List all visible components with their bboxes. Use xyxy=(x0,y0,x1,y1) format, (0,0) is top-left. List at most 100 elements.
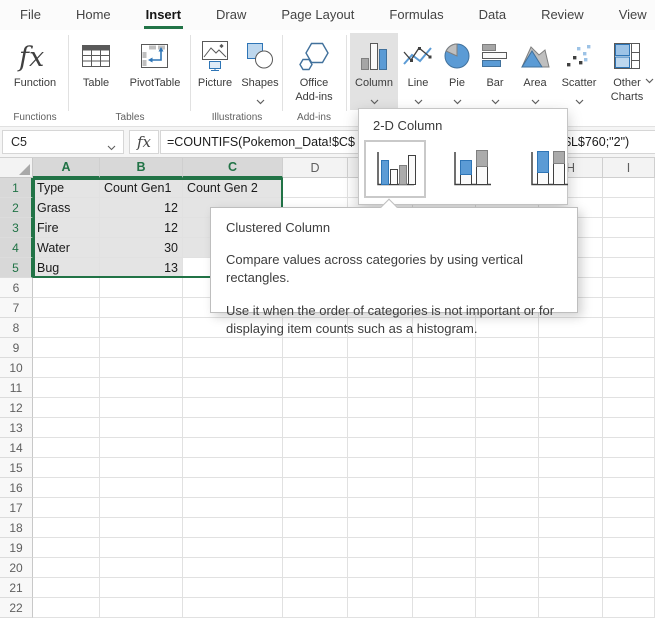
tab-formulas[interactable]: Formulas xyxy=(387,1,445,30)
cell-f21[interactable] xyxy=(413,578,476,598)
cell-g16[interactable] xyxy=(476,478,539,498)
row-header-9[interactable]: 9 xyxy=(0,338,33,358)
cell-b19[interactable] xyxy=(100,538,183,558)
cell-c10[interactable] xyxy=(183,358,283,378)
column-header-d[interactable]: D xyxy=(283,158,348,178)
tab-draw[interactable]: Draw xyxy=(214,1,248,30)
cell-b10[interactable] xyxy=(100,358,183,378)
cell-i17[interactable] xyxy=(603,498,655,518)
function-button[interactable]: fx Function xyxy=(5,33,65,89)
column-header-i[interactable]: I xyxy=(603,158,655,178)
cell-a7[interactable] xyxy=(33,298,100,318)
cell-b14[interactable] xyxy=(100,438,183,458)
cell-f20[interactable] xyxy=(413,558,476,578)
tab-insert[interactable]: Insert xyxy=(144,1,183,30)
cell-b6[interactable] xyxy=(100,278,183,298)
picture-button[interactable]: Picture xyxy=(193,33,237,89)
cell-d10[interactable] xyxy=(283,358,348,378)
cell-b3[interactable]: 12 xyxy=(100,218,183,238)
cell-a6[interactable] xyxy=(33,278,100,298)
cell-g11[interactable] xyxy=(476,378,539,398)
column-chart-button[interactable]: Column xyxy=(350,33,398,110)
cell-i14[interactable] xyxy=(603,438,655,458)
cell-e19[interactable] xyxy=(348,538,413,558)
cell-f14[interactable] xyxy=(413,438,476,458)
cell-e10[interactable] xyxy=(348,358,413,378)
cell-f18[interactable] xyxy=(413,518,476,538)
row-header-19[interactable]: 19 xyxy=(0,538,33,558)
cell-e15[interactable] xyxy=(348,458,413,478)
cell-c17[interactable] xyxy=(183,498,283,518)
line-chart-button[interactable]: Line xyxy=(398,33,438,110)
cell-d19[interactable] xyxy=(283,538,348,558)
cell-f22[interactable] xyxy=(413,598,476,618)
cell-b11[interactable] xyxy=(100,378,183,398)
cell-b12[interactable] xyxy=(100,398,183,418)
cell-e18[interactable] xyxy=(348,518,413,538)
select-all-button[interactable] xyxy=(0,158,33,178)
cell-b15[interactable] xyxy=(100,458,183,478)
cell-d1[interactable] xyxy=(283,178,348,198)
cell-d20[interactable] xyxy=(283,558,348,578)
cell-a4[interactable]: Water xyxy=(33,238,100,258)
cell-c15[interactable] xyxy=(183,458,283,478)
cell-a5[interactable]: Bug xyxy=(33,258,100,278)
cell-h21[interactable] xyxy=(539,578,603,598)
row-header-4[interactable]: 4 xyxy=(0,238,33,258)
cell-b16[interactable] xyxy=(100,478,183,498)
cell-a11[interactable] xyxy=(33,378,100,398)
cell-g12[interactable] xyxy=(476,398,539,418)
row-header-22[interactable]: 22 xyxy=(0,598,33,618)
cell-d11[interactable] xyxy=(283,378,348,398)
cell-h13[interactable] xyxy=(539,418,603,438)
tab-page-layout[interactable]: Page Layout xyxy=(279,1,356,30)
column-header-b[interactable]: B xyxy=(100,158,183,178)
cell-h14[interactable] xyxy=(539,438,603,458)
cell-a12[interactable] xyxy=(33,398,100,418)
cell-b9[interactable] xyxy=(100,338,183,358)
cell-h22[interactable] xyxy=(539,598,603,618)
cell-c12[interactable] xyxy=(183,398,283,418)
cell-d14[interactable] xyxy=(283,438,348,458)
cell-f13[interactable] xyxy=(413,418,476,438)
cell-i2[interactable] xyxy=(603,198,655,218)
cell-e17[interactable] xyxy=(348,498,413,518)
cell-i22[interactable] xyxy=(603,598,655,618)
name-box[interactable]: C5 xyxy=(2,130,124,154)
cell-e22[interactable] xyxy=(348,598,413,618)
cell-f10[interactable] xyxy=(413,358,476,378)
cell-f17[interactable] xyxy=(413,498,476,518)
cell-e21[interactable] xyxy=(348,578,413,598)
tab-data[interactable]: Data xyxy=(477,1,508,30)
cell-f19[interactable] xyxy=(413,538,476,558)
cell-a17[interactable] xyxy=(33,498,100,518)
cell-g18[interactable] xyxy=(476,518,539,538)
row-header-14[interactable]: 14 xyxy=(0,438,33,458)
cell-g15[interactable] xyxy=(476,458,539,478)
cell-i4[interactable] xyxy=(603,238,655,258)
cell-h16[interactable] xyxy=(539,478,603,498)
cell-i3[interactable] xyxy=(603,218,655,238)
pivottable-button[interactable]: PivotTable xyxy=(123,33,187,89)
row-header-1[interactable]: 1 xyxy=(0,178,33,198)
cell-b13[interactable] xyxy=(100,418,183,438)
cell-c11[interactable] xyxy=(183,378,283,398)
cell-c14[interactable] xyxy=(183,438,283,458)
tab-view[interactable]: View xyxy=(617,1,649,30)
row-header-17[interactable]: 17 xyxy=(0,498,33,518)
cell-c9[interactable] xyxy=(183,338,283,358)
cell-f15[interactable] xyxy=(413,458,476,478)
100-stacked-column-option[interactable] xyxy=(518,140,580,198)
cell-d21[interactable] xyxy=(283,578,348,598)
cell-a15[interactable] xyxy=(33,458,100,478)
cell-c18[interactable] xyxy=(183,518,283,538)
tab-file[interactable]: File xyxy=(18,1,43,30)
office-addins-button[interactable]: Office Add-ins xyxy=(286,33,342,105)
cell-e12[interactable] xyxy=(348,398,413,418)
row-header-15[interactable]: 15 xyxy=(0,458,33,478)
cell-a22[interactable] xyxy=(33,598,100,618)
cell-g22[interactable] xyxy=(476,598,539,618)
cell-d15[interactable] xyxy=(283,458,348,478)
row-header-11[interactable]: 11 xyxy=(0,378,33,398)
cell-f9[interactable] xyxy=(413,338,476,358)
